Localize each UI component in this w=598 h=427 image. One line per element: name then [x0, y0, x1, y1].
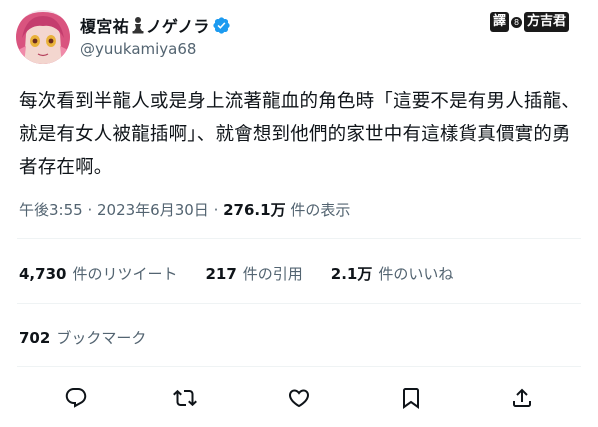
quotes-stat[interactable]: 217 件の引用 [205, 263, 302, 284]
bookmarks-label: ブックマーク [56, 329, 147, 347]
avatar[interactable] [16, 10, 70, 64]
tweet-time[interactable]: 午後3:55 [19, 201, 83, 219]
chess-pawn-icon [131, 16, 145, 34]
reply-icon [65, 388, 87, 408]
translator-watermark: 譯 8 方吉君 [490, 11, 570, 33]
reply-button[interactable] [63, 385, 89, 411]
tweet-body-text: 每次看到半龍人或是身上流著龍血的角色時「這要不是有男人插龍、就是有女人被龍插啊」… [19, 91, 581, 178]
engagement-stats: 4,730 件のリツイート 217 件の引用 2.1万 件のいいね [19, 263, 453, 284]
watermark-part3: 方吉君 [524, 12, 570, 32]
bookmarks-stat[interactable]: 702 ブックマーク [19, 327, 146, 348]
author-handle[interactable]: @yuukamiya68 [80, 40, 196, 58]
bookmark-icon [403, 388, 419, 409]
meta-separator: · [82, 201, 97, 219]
share-icon [513, 388, 531, 407]
author-name-row[interactable]: 榎宮祐 ノゲノラ [80, 14, 231, 36]
view-count-label: 件の表示 [285, 201, 351, 219]
share-button[interactable] [509, 385, 535, 411]
quotes-count: 217 [205, 265, 237, 283]
bookmarks-count: 702 [19, 329, 51, 347]
retweets-label: 件のリツイート [72, 265, 178, 283]
anime-avatar-icon [16, 10, 70, 64]
quotes-label: 件の引用 [242, 265, 303, 283]
tweet-date[interactable]: 2023年6月30日 [97, 201, 209, 219]
display-name-suffix[interactable]: ノゲノラ [146, 13, 210, 37]
likes-label: 件のいいね [378, 265, 454, 283]
like-button[interactable] [286, 385, 312, 411]
watermark-part2: 8 [511, 16, 523, 28]
divider [17, 303, 581, 304]
retweets-stat[interactable]: 4,730 件のリツイート [19, 263, 177, 284]
meta-separator-2: · [208, 201, 224, 219]
bookmark-button[interactable] [398, 385, 424, 411]
divider [17, 366, 581, 367]
heart-icon [288, 389, 310, 408]
tweet-actions-bar [0, 385, 598, 413]
view-count: 276.1万 [223, 201, 286, 219]
retweets-count: 4,730 [19, 265, 67, 283]
watermark-part1: 譯 [490, 12, 510, 32]
likes-stat[interactable]: 2.1万 件のいいね [331, 263, 454, 284]
divider [17, 238, 581, 239]
retweet-button[interactable] [172, 385, 198, 411]
tweet-detail: 榎宮祐 ノゲノラ @yuukamiya68 譯 8 方吉君 每次看到半龍人或是身… [0, 0, 598, 427]
display-name[interactable]: 榎宮祐 [80, 13, 129, 37]
tweet-meta: 午後3:55 · 2023年6月30日 · 276.1万 件の表示 [19, 199, 350, 220]
verified-badge-icon[interactable] [212, 16, 231, 35]
retweet-icon [173, 389, 197, 407]
likes-count: 2.1万 [330, 265, 373, 283]
